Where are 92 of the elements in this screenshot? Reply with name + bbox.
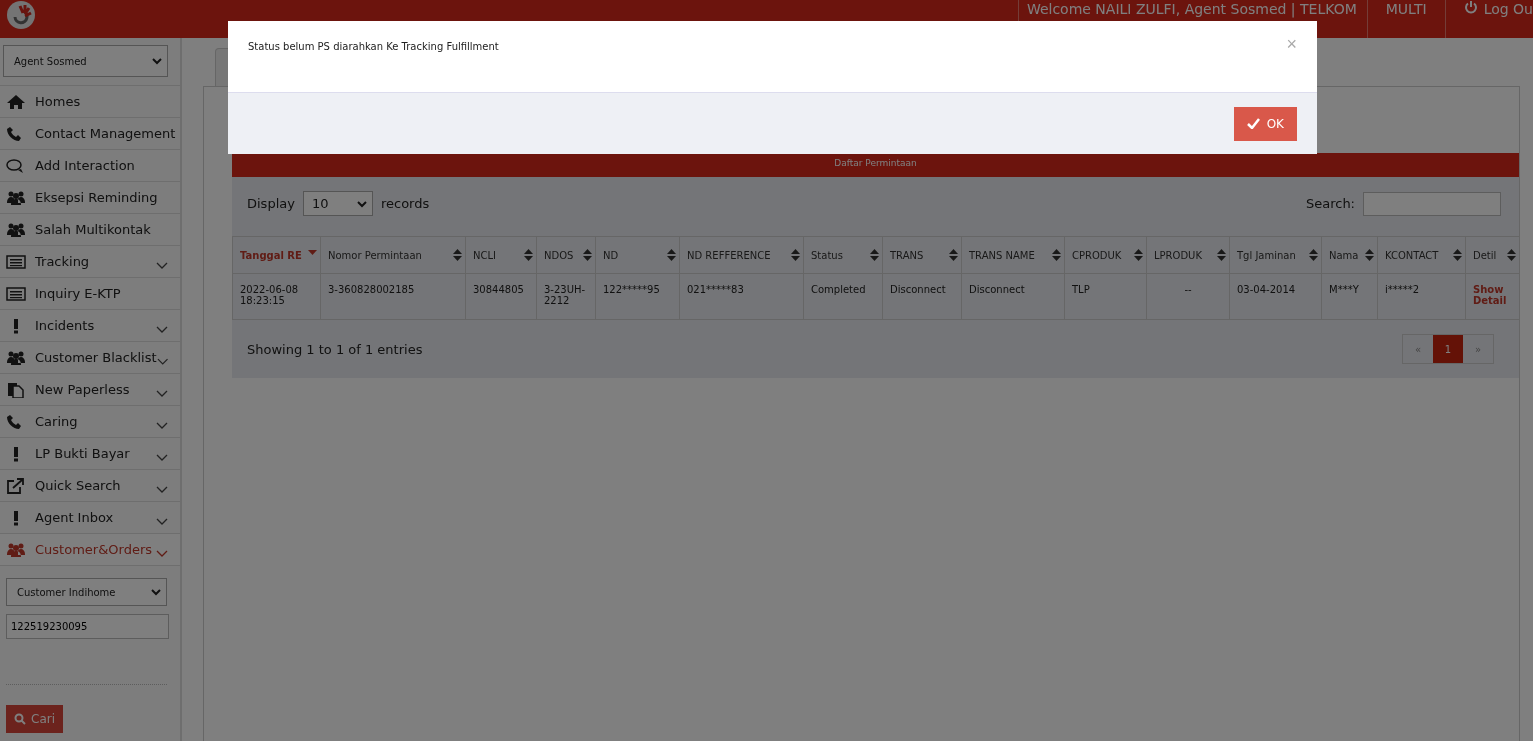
column-header[interactable]: TRANS NAME: [961, 236, 1065, 274]
search-button[interactable]: Cari: [6, 705, 63, 733]
sort-icon: [870, 249, 879, 261]
sort-icon: [949, 249, 958, 261]
logout-link[interactable]: Log Ou: [1444, 0, 1533, 38]
dialog-message: Status belum PS diarahkan Ke Tracking Fulfillment: [248, 41, 499, 52]
sort-icon: [667, 249, 676, 261]
records-label: records: [380, 196, 430, 211]
sidebar-item[interactable]: New Paperless: [0, 373, 180, 405]
table-cell: Disconnect: [969, 284, 1025, 295]
menu-icon: [6, 285, 26, 302]
entries-info: Showing 1 to 1 of 1 entries: [247, 341, 423, 357]
menu-icon: [14, 509, 18, 526]
sort-icon: [583, 249, 592, 261]
menu-icon: [6, 93, 26, 110]
table-cell: 03-04-2014: [1237, 284, 1296, 295]
table-cell: Disconnect: [890, 284, 946, 295]
sort-icon: [1217, 249, 1226, 261]
page-button[interactable]: 1: [1433, 335, 1463, 363]
sidebar-item[interactable]: Homes: [0, 85, 180, 117]
column-header[interactable]: KCONTACT: [1377, 236, 1466, 274]
table-cell: i*****2: [1385, 284, 1420, 295]
sort-icon: [791, 249, 800, 261]
ok-button[interactable]: OK: [1233, 106, 1297, 141]
column-header[interactable]: Status: [803, 236, 883, 274]
menu-icon: [6, 157, 26, 174]
table-cell: 30844805: [473, 284, 524, 295]
sidebar-item[interactable]: Eksepsi Reminding: [0, 181, 180, 213]
column-header[interactable]: Nama: [1321, 236, 1378, 274]
sort-icon: [1052, 249, 1061, 261]
sidebar-item[interactable]: Quick Search: [0, 469, 180, 501]
table-cell: TLP: [1072, 284, 1090, 295]
sidebar-item[interactable]: Customer Blacklist: [0, 341, 180, 373]
column-header[interactable]: NCLI: [465, 236, 537, 274]
sort-icon: [1134, 249, 1143, 261]
column-header[interactable]: ND: [595, 236, 680, 274]
menu-icon: [6, 349, 26, 366]
customer-type-select[interactable]: Customer Indihome: [6, 578, 167, 606]
sort-icon: [453, 249, 462, 261]
sort-icon: [524, 249, 533, 261]
table-cell: --: [1184, 284, 1192, 295]
table-cell: 122*****95: [603, 284, 660, 295]
column-header[interactable]: Tanggal RE: [232, 236, 321, 274]
column-header[interactable]: Nomor Permintaan: [320, 236, 466, 274]
table-cell: 021*****83: [687, 284, 744, 295]
mode-link[interactable]: MULTI: [1366, 0, 1445, 38]
sidebar-item[interactable]: Incidents: [0, 309, 180, 341]
panel-title: Daftar Permintaan: [232, 153, 1519, 177]
column-header[interactable]: Detil: [1465, 236, 1520, 274]
sidebar-item[interactable]: Contact Management: [0, 117, 180, 149]
search-label: Search:: [1305, 196, 1355, 211]
sidebar-item[interactable]: Salah Multikontak: [0, 213, 180, 245]
column-header[interactable]: CPRODUK: [1064, 236, 1147, 274]
check-icon: [1246, 118, 1260, 129]
table-cell: M***Y: [1329, 284, 1359, 295]
sidebar-item[interactable]: Add Interaction: [0, 149, 180, 181]
sidebar-item[interactable]: Tracking: [0, 245, 180, 277]
menu-icon: [14, 317, 18, 334]
sort-icon: [1507, 249, 1516, 261]
sort-icon: [1365, 249, 1374, 261]
menu-icon: [6, 541, 26, 558]
role-select[interactable]: Agent Sosmed: [3, 45, 168, 77]
sidebar-item[interactable]: Caring: [0, 405, 180, 437]
menu-icon: [6, 221, 26, 238]
search-icon: [14, 713, 26, 725]
chevron-down-icon: [151, 588, 161, 596]
sort-icon: [1309, 249, 1318, 261]
menu-icon: [6, 381, 26, 398]
column-header[interactable]: NDOS: [536, 236, 596, 274]
sidebar-item[interactable]: Inquiry E-KTP: [0, 277, 180, 309]
column-header[interactable]: Tgl Jaminan: [1229, 236, 1322, 274]
column-header[interactable]: TRANS: [882, 236, 962, 274]
sidebar-item[interactable]: LP Bukti Bayar: [0, 437, 180, 469]
column-header[interactable]: LPRODUK: [1146, 236, 1230, 274]
table-cell: 3-23UH-2212: [544, 284, 586, 306]
customer-number-field[interactable]: 122519230095: [6, 614, 169, 639]
column-header[interactable]: ND REFFERENCE: [679, 236, 804, 274]
close-button[interactable]: ×: [1286, 35, 1297, 53]
power-icon: [1463, 0, 1478, 14]
sort-icon: [1453, 249, 1462, 261]
menu-icon: [14, 445, 18, 462]
menu-icon: [6, 477, 26, 494]
table-cell: 3-360828002185: [328, 284, 415, 295]
records-select[interactable]: 10: [302, 191, 373, 216]
menu-icon: [6, 253, 26, 270]
menu-icon: [6, 189, 26, 206]
display-label: Display: [247, 196, 295, 211]
table-cell: Completed: [811, 284, 866, 295]
chevron-down-icon: [152, 57, 162, 65]
chevron-down-icon: [356, 199, 367, 208]
search-field[interactable]: [1363, 191, 1501, 216]
table-cell: 2022-06-08 18:23:15: [240, 284, 299, 306]
